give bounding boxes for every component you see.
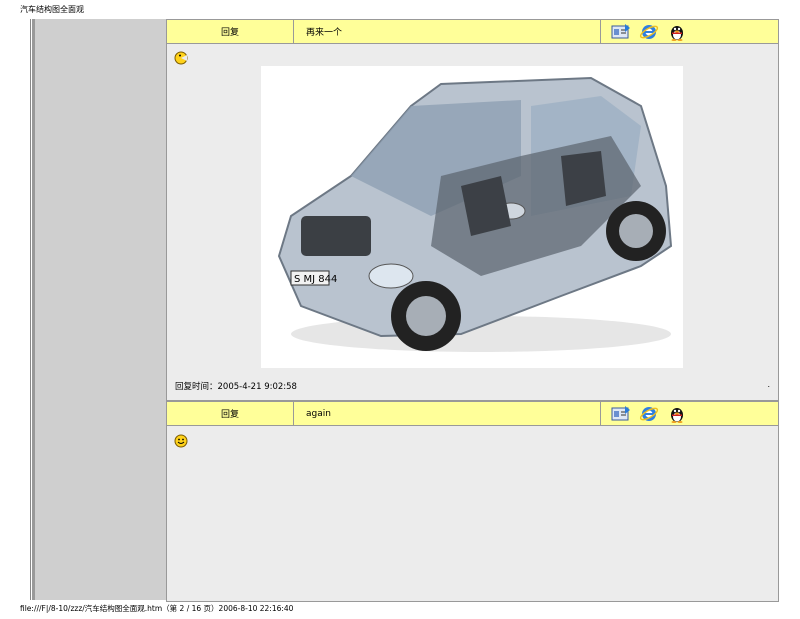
- pacman-face-icon: [174, 51, 188, 65]
- qq-penguin-icon[interactable]: [667, 23, 687, 41]
- page-footer: file:///F|/8-10/zzz/汽车结构图全面观.htm（第 2 / 1…: [20, 604, 294, 613]
- divider: [30, 19, 31, 600]
- post-body: [167, 426, 778, 601]
- reply-label[interactable]: 回复: [167, 20, 294, 43]
- qq-penguin-icon[interactable]: [667, 405, 687, 423]
- reply-time: 回复时间：2005-4-21 9:02:58: [175, 382, 297, 392]
- trailing-mark: .: [767, 380, 770, 389]
- post-actions: [601, 20, 778, 43]
- svg-text:S MJ 844: S MJ 844: [294, 274, 337, 285]
- post-subject: again: [294, 402, 601, 425]
- post-subject: 再来一个: [294, 20, 601, 43]
- post-header: 回复 again: [167, 402, 778, 426]
- reply-post-2: 回复 again: [166, 401, 779, 602]
- ie-browser-icon[interactable]: [639, 23, 659, 41]
- post-header: 回复 再来一个: [167, 20, 778, 44]
- smile-face-icon: [174, 434, 188, 448]
- reply-post-1: 回复 再来一个 S MJ 844 回复时间：2005-4-21 9:02:58 …: [166, 19, 779, 401]
- ie-browser-icon[interactable]: [639, 405, 659, 423]
- profile-card-icon[interactable]: [611, 405, 631, 423]
- reply-label[interactable]: 回复: [167, 402, 294, 425]
- car-cutaway-image: S MJ 844: [261, 66, 683, 368]
- post-actions: [601, 402, 778, 425]
- page-title: 汽车结构图全面观: [20, 5, 84, 14]
- author-column: [32, 19, 168, 600]
- profile-card-icon[interactable]: [611, 23, 631, 41]
- post-body: S MJ 844 回复时间：2005-4-21 9:02:58 .: [167, 44, 778, 400]
